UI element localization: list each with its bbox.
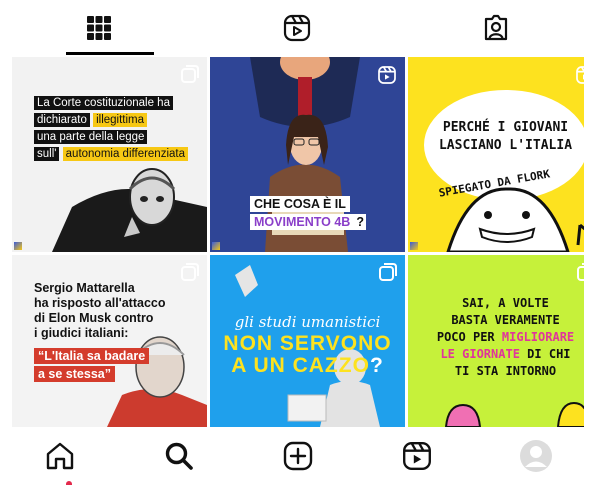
post-tile[interactable]: CHE COSA È IL MOVIMENTO 4B? <box>210 57 405 252</box>
active-tab-indicator <box>66 52 154 55</box>
post-text: La Corte costituzionale ha <box>34 96 173 110</box>
post-text-highlight: MOVIMENTO 4B <box>250 214 355 230</box>
grid-icon <box>87 16 112 40</box>
search-icon <box>165 442 193 470</box>
post-text: una parte della legge <box>34 130 148 144</box>
post-title: PERCHÉ I GIOVANI <box>442 120 569 135</box>
post-text-highlight: autonomia differenziata <box>62 147 188 161</box>
carousel-icon <box>577 263 584 281</box>
post-text: ? <box>369 354 384 377</box>
nav-search[interactable] <box>119 427 238 485</box>
post-tile[interactable]: La Corte costituzionale ha dichiarato il… <box>12 57 207 252</box>
post-text-highlight: LE GIORNATE <box>440 347 520 361</box>
post-text: dichiarato <box>34 113 90 127</box>
post-text: ha risposto all'attacco <box>34 296 166 310</box>
notification-dot <box>66 481 72 485</box>
post-text: CHE COSA È IL <box>250 196 350 212</box>
brand-logo <box>212 242 220 250</box>
brand-logo <box>14 242 22 250</box>
post-text: di Elon Musk contro <box>34 311 154 325</box>
post-title: NON SERVONO <box>223 332 392 355</box>
post-tile[interactable]: Sergio Mattarella ha risposto all'attacc… <box>12 255 207 427</box>
post-tile[interactable]: SAI, A VOLTE BASTA VERAMENTE POCO PER MI… <box>408 255 584 427</box>
carousel-icon <box>181 263 199 281</box>
post-title: LASCIANO L'ITALIA <box>438 138 573 153</box>
create-icon <box>283 441 312 471</box>
carousel-icon <box>379 263 397 281</box>
post-text: SAI, A VOLTE <box>462 296 549 310</box>
post-title: A UN CAZZO <box>231 354 370 377</box>
post-text: TI STA INTORNO <box>454 364 557 378</box>
post-text: Sergio Mattarella <box>34 281 135 295</box>
post-text-highlight: illegittima <box>93 113 148 127</box>
post-text-highlight: MIGLIORARE <box>501 330 575 344</box>
carousel-icon <box>181 65 199 83</box>
reels-icon <box>284 14 311 42</box>
tab-reels[interactable] <box>198 0 396 56</box>
tab-tagged[interactable] <box>397 0 595 56</box>
reels-icon <box>378 66 396 84</box>
nav-home[interactable] <box>0 427 119 485</box>
nav-profile[interactable] <box>476 427 595 485</box>
tagged-icon <box>484 14 507 41</box>
post-quote: “L'Italia sa badare <box>34 348 150 364</box>
post-text: sull' <box>34 147 60 161</box>
post-text: BASTA VERAMENTE <box>451 313 560 327</box>
post-tile[interactable]: PERCHÉ I GIOVANI LASCIANO L'ITALIA SPIEG… <box>408 57 584 252</box>
post-text: POCO PER <box>436 330 495 344</box>
nav-reels[interactable] <box>357 427 476 485</box>
post-text: gli studi umanistici <box>234 313 381 331</box>
nav-create[interactable] <box>238 427 357 485</box>
profile-tabs <box>0 0 595 56</box>
home-icon <box>46 442 73 470</box>
brand-logo <box>410 242 418 250</box>
post-text: DI CHI <box>527 347 571 361</box>
bottom-navigation <box>0 427 595 485</box>
post-quote: a se stessa” <box>34 366 115 382</box>
post-text: i giudici italiani: <box>34 326 129 340</box>
reels-icon <box>402 442 431 470</box>
profile-avatar <box>519 440 552 472</box>
tab-posts-grid[interactable] <box>0 0 198 56</box>
posts-grid: La Corte costituzionale ha dichiarato il… <box>12 57 584 427</box>
reels-icon <box>576 66 584 84</box>
post-tile[interactable]: gli studi umanistici NON SERVONO A UN CA… <box>210 255 405 427</box>
post-text: ? <box>354 214 366 230</box>
